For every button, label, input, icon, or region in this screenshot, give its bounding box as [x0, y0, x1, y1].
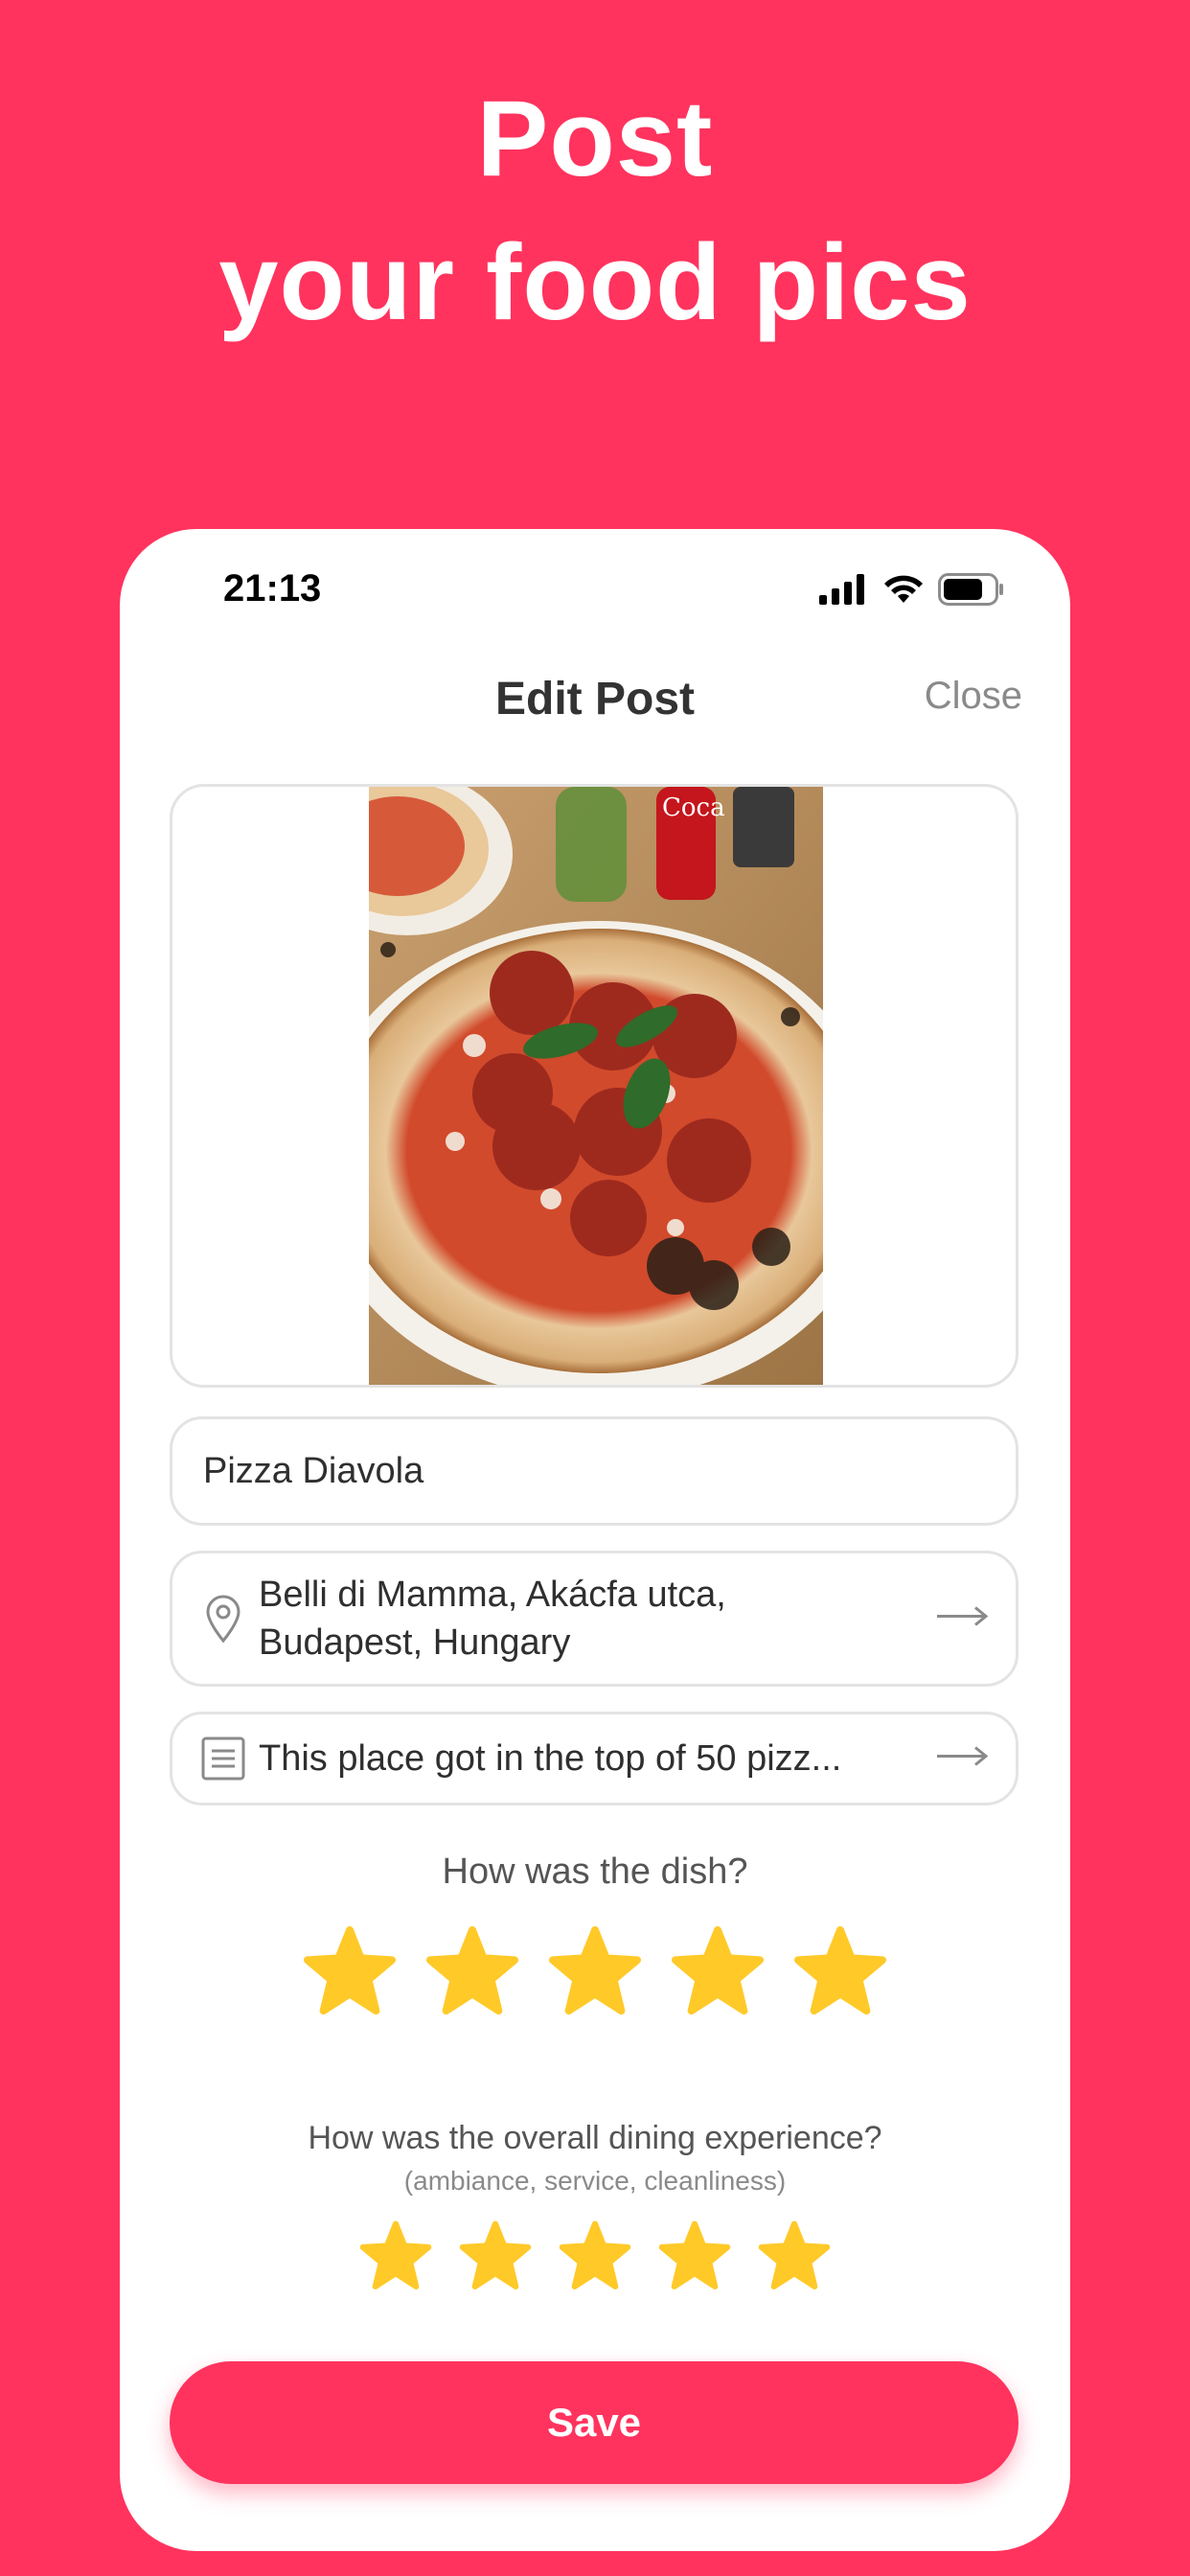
experience-rating-subtitle: (ambiance, service, cleanliness): [403, 2166, 787, 2196]
save-button[interactable]: Save: [170, 2361, 1018, 2484]
svg-text:Coca: Coca: [662, 794, 725, 822]
headline: Post your food pics: [0, 67, 1190, 355]
close-button[interactable]: Close: [925, 675, 1022, 718]
experience-rating-star-2[interactable]: [459, 2220, 532, 2292]
experience-rating-star-1[interactable]: [359, 2220, 432, 2292]
location-line-1: Belli di Mamma, Akácfa utca,: [259, 1575, 726, 1615]
dish-rating-star-4[interactable]: [671, 1924, 765, 2018]
dish-name-field[interactable]: Pizza Diavola: [170, 1416, 1018, 1526]
food-photo: Coca: [369, 787, 823, 1385]
dish-rating-star-3[interactable]: [548, 1924, 642, 2018]
battery-icon: [938, 573, 1003, 606]
location-line-2: Budapest, Hungary: [259, 1622, 571, 1663]
status-time: 21:13: [223, 567, 322, 610]
document-icon: [190, 1736, 257, 1782]
photo-container[interactable]: Coca: [170, 784, 1018, 1388]
status-icons: [819, 573, 1005, 606]
wifi-icon: [884, 575, 923, 603]
cellular-signal-icon: [819, 574, 864, 605]
dish-rating-stars: [120, 1924, 1070, 2018]
location-field[interactable]: Belli di Mamma, Akácfa utca, Budapest, H…: [170, 1551, 1018, 1687]
status-bar: 21:13: [120, 529, 1070, 654]
arrow-right-icon: [935, 1745, 989, 1773]
headline-line-2: your food pics: [218, 222, 972, 342]
location-pin-icon: [190, 1594, 257, 1644]
dish-rating-star-1[interactable]: [303, 1924, 397, 2018]
arrow-right-icon: [935, 1605, 989, 1633]
experience-rating-star-3[interactable]: [559, 2220, 631, 2292]
experience-rating-star-4[interactable]: [658, 2220, 731, 2292]
experience-rating-question: How was the overall dining experience?: [308, 2120, 882, 2156]
phone-screen: 21:13 Edit Post Close Coca Pizza Diavola…: [120, 529, 1070, 2551]
notes-field[interactable]: This place got in the top of 50 pizz...: [170, 1712, 1018, 1806]
dish-rating-star-2[interactable]: [425, 1924, 519, 2018]
dish-rating-question: How was the dish?: [442, 1852, 748, 1892]
dish-name-value: Pizza Diavola: [203, 1451, 424, 1491]
notes-value: This place got in the top of 50 pizz...: [259, 1738, 842, 1779]
headline-line-1: Post: [476, 79, 714, 198]
experience-rating-star-5[interactable]: [758, 2220, 831, 2292]
dish-rating-star-5[interactable]: [793, 1924, 887, 2018]
pizza-photo-illustration: Coca: [369, 787, 823, 1385]
experience-rating-stars: [120, 2220, 1070, 2292]
